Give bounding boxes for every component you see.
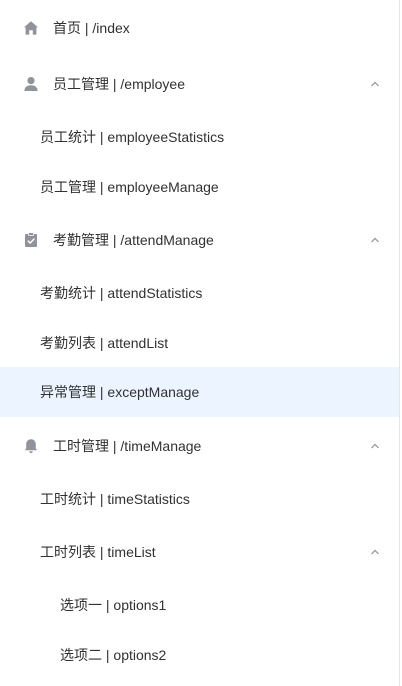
menu-item-except-manage[interactable]: 异常管理 | exceptManage bbox=[0, 367, 399, 417]
bell-icon bbox=[22, 437, 40, 455]
submenu-title-attend-manage[interactable]: 考勤管理 | /attendManage bbox=[0, 215, 399, 265]
submenu-title-time-list[interactable]: 工时列表 | timeList bbox=[0, 527, 399, 577]
chevron-up-icon[interactable] bbox=[369, 78, 381, 90]
menu-item-label: 员工管理 | employeeManage bbox=[40, 179, 219, 195]
sidebar-menu: 首页 | /index 员工管理 | /employee 员工统计 | empl… bbox=[0, 0, 399, 686]
chevron-up-icon[interactable] bbox=[369, 440, 381, 452]
menu-item-label: 选项一 | options1 bbox=[60, 597, 167, 613]
menu-item-attend-list[interactable]: 考勤列表 | attendList bbox=[0, 318, 399, 368]
menu-item-label: 考勤统计 | attendStatistics bbox=[40, 285, 203, 301]
clipboard-check-icon bbox=[22, 231, 40, 249]
user-icon bbox=[22, 75, 40, 93]
submenu-title-label: 工时管理 | /timeManage bbox=[53, 438, 202, 454]
menu-item-label: 考勤列表 | attendList bbox=[40, 335, 169, 351]
submenu-title-label: 工时列表 | timeList bbox=[40, 544, 156, 560]
chevron-up-icon[interactable] bbox=[369, 234, 381, 246]
submenu-title-time-manage[interactable]: 工时管理 | /timeManage bbox=[0, 421, 399, 471]
menu-item-label: 员工统计 | employeeStatistics bbox=[40, 129, 225, 145]
home-icon bbox=[22, 19, 40, 37]
menu-item-label: 工时统计 | timeStatistics bbox=[40, 491, 190, 507]
menu-item-time-statistics[interactable]: 工时统计 | timeStatistics bbox=[0, 474, 399, 524]
menu-item-options1[interactable]: 选项一 | options1 bbox=[0, 580, 399, 630]
submenu-title-employee[interactable]: 员工管理 | /employee bbox=[0, 59, 399, 109]
menu-item-label: 首页 | /index bbox=[53, 20, 130, 36]
submenu-title-label: 员工管理 | /employee bbox=[53, 76, 186, 92]
submenu-title-label: 考勤管理 | /attendManage bbox=[53, 232, 214, 248]
menu-item-employee-manage[interactable]: 员工管理 | employeeManage bbox=[0, 162, 399, 212]
menu-item-index[interactable]: 首页 | /index bbox=[0, 3, 399, 53]
menu-item-options2[interactable]: 选项二 | options2 bbox=[0, 630, 399, 680]
menu-item-label: 选项二 | options2 bbox=[60, 647, 167, 663]
menu-item-attend-statistics[interactable]: 考勤统计 | attendStatistics bbox=[0, 268, 399, 318]
chevron-up-icon[interactable] bbox=[369, 546, 381, 558]
menu-border bbox=[399, 0, 400, 686]
menu-item-employee-statistics[interactable]: 员工统计 | employeeStatistics bbox=[0, 112, 399, 162]
menu-item-label: 异常管理 | exceptManage bbox=[40, 384, 200, 400]
